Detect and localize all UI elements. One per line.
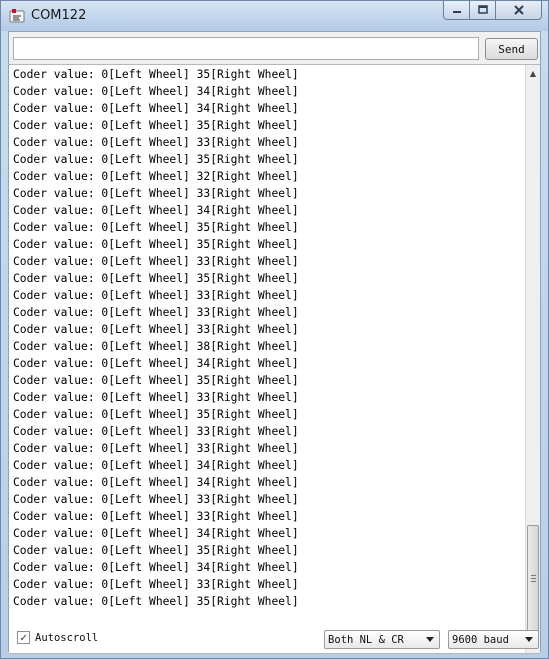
output-line: Coder value: 0[Left Wheel] 33[Right Whee… bbox=[13, 136, 299, 149]
window-title: COM122 bbox=[31, 8, 87, 23]
output-line: Coder value: 0[Left Wheel] 34[Right Whee… bbox=[13, 476, 299, 489]
baud-rate-value: 9600 baud bbox=[452, 633, 509, 646]
grip-icon bbox=[531, 575, 536, 582]
output-line: Coder value: 0[Left Wheel] 33[Right Whee… bbox=[13, 578, 299, 591]
output-line: Coder value: 0[Left Wheel] 34[Right Whee… bbox=[13, 527, 299, 540]
chevron-down-icon bbox=[525, 637, 533, 642]
maximize-icon bbox=[477, 5, 488, 14]
minimize-button[interactable] bbox=[443, 1, 470, 20]
serial-monitor-client: Send Coder value: 0[Left Wheel] 35[Right… bbox=[8, 31, 541, 654]
output-line: Coder value: 0[Left Wheel] 33[Right Whee… bbox=[13, 306, 299, 319]
output-line: Coder value: 0[Left Wheel] 34[Right Whee… bbox=[13, 459, 299, 472]
close-icon bbox=[513, 5, 524, 15]
output-line: Coder value: 0[Left Wheel] 35[Right Whee… bbox=[13, 68, 299, 81]
output-line: Coder value: 0[Left Wheel] 34[Right Whee… bbox=[13, 102, 299, 115]
output-line: Coder value: 0[Left Wheel] 33[Right Whee… bbox=[13, 289, 299, 302]
output-line: Coder value: 0[Left Wheel] 33[Right Whee… bbox=[13, 255, 299, 268]
send-button[interactable]: Send bbox=[485, 38, 538, 60]
scroll-up-icon[interactable]: ▲ bbox=[526, 65, 540, 81]
window-controls bbox=[443, 1, 542, 21]
output-line: Coder value: 0[Left Wheel] 35[Right Whee… bbox=[13, 595, 299, 608]
send-input[interactable] bbox=[13, 37, 479, 60]
autoscroll-toggle[interactable]: ✓ Autoscroll bbox=[17, 631, 98, 644]
output-line: Coder value: 0[Left Wheel] 33[Right Whee… bbox=[13, 323, 299, 336]
output-line: Coder value: 0[Left Wheel] 34[Right Whee… bbox=[13, 85, 299, 98]
scroll-thumb[interactable] bbox=[527, 525, 539, 633]
output-line: Coder value: 0[Left Wheel] 34[Right Whee… bbox=[13, 357, 299, 370]
close-button[interactable] bbox=[496, 1, 542, 20]
output-line: Coder value: 0[Left Wheel] 35[Right Whee… bbox=[13, 119, 299, 132]
output-line: Coder value: 0[Left Wheel] 34[Right Whee… bbox=[13, 561, 299, 574]
autoscroll-label: Autoscroll bbox=[35, 631, 99, 644]
serial-monitor-window: COM122 Send Coder value: 0[Left Wheel] 3… bbox=[0, 0, 549, 659]
output-line: Coder value: 0[Left Wheel] 35[Right Whee… bbox=[13, 272, 299, 285]
output-line: Coder value: 0[Left Wheel] 32[Right Whee… bbox=[13, 170, 299, 183]
output-line: Coder value: 0[Left Wheel] 33[Right Whee… bbox=[13, 425, 299, 438]
line-ending-select[interactable]: Both NL & CR bbox=[324, 630, 440, 649]
output-lines: Coder value: 0[Left Wheel] 35[Right Whee… bbox=[13, 66, 523, 610]
maximize-button[interactable] bbox=[470, 1, 496, 20]
footer-row: ✓ Autoscroll Both NL & CR 9600 baud bbox=[9, 627, 540, 651]
baud-rate-select[interactable]: 9600 baud bbox=[448, 630, 539, 649]
output-line: Coder value: 0[Left Wheel] 33[Right Whee… bbox=[13, 510, 299, 523]
output-line: Coder value: 0[Left Wheel] 35[Right Whee… bbox=[13, 238, 299, 251]
output-line: Coder value: 0[Left Wheel] 35[Right Whee… bbox=[13, 374, 299, 387]
output-line: Coder value: 0[Left Wheel] 35[Right Whee… bbox=[13, 408, 299, 421]
serial-output[interactable]: Coder value: 0[Left Wheel] 35[Right Whee… bbox=[9, 64, 540, 654]
line-ending-value: Both NL & CR bbox=[328, 633, 404, 646]
chevron-down-icon bbox=[426, 637, 434, 642]
arduino-serial-icon bbox=[9, 9, 25, 23]
output-line: Coder value: 0[Left Wheel] 33[Right Whee… bbox=[13, 493, 299, 506]
minimize-icon bbox=[452, 11, 461, 13]
output-line: Coder value: 0[Left Wheel] 35[Right Whee… bbox=[13, 221, 299, 234]
output-line: Coder value: 0[Left Wheel] 35[Right Whee… bbox=[13, 153, 299, 166]
send-row: Send bbox=[9, 32, 540, 64]
output-line: Coder value: 0[Left Wheel] 35[Right Whee… bbox=[13, 544, 299, 557]
output-line: Coder value: 0[Left Wheel] 34[Right Whee… bbox=[13, 204, 299, 217]
output-line: Coder value: 0[Left Wheel] 33[Right Whee… bbox=[13, 391, 299, 404]
title-bar[interactable]: COM122 bbox=[1, 1, 548, 31]
output-line: Coder value: 0[Left Wheel] 33[Right Whee… bbox=[13, 187, 299, 200]
autoscroll-checkbox[interactable]: ✓ bbox=[17, 631, 30, 644]
output-line: Coder value: 0[Left Wheel] 38[Right Whee… bbox=[13, 340, 299, 353]
vertical-scrollbar[interactable]: ▲ ▼ bbox=[525, 65, 540, 653]
output-line: Coder value: 0[Left Wheel] 33[Right Whee… bbox=[13, 442, 299, 455]
